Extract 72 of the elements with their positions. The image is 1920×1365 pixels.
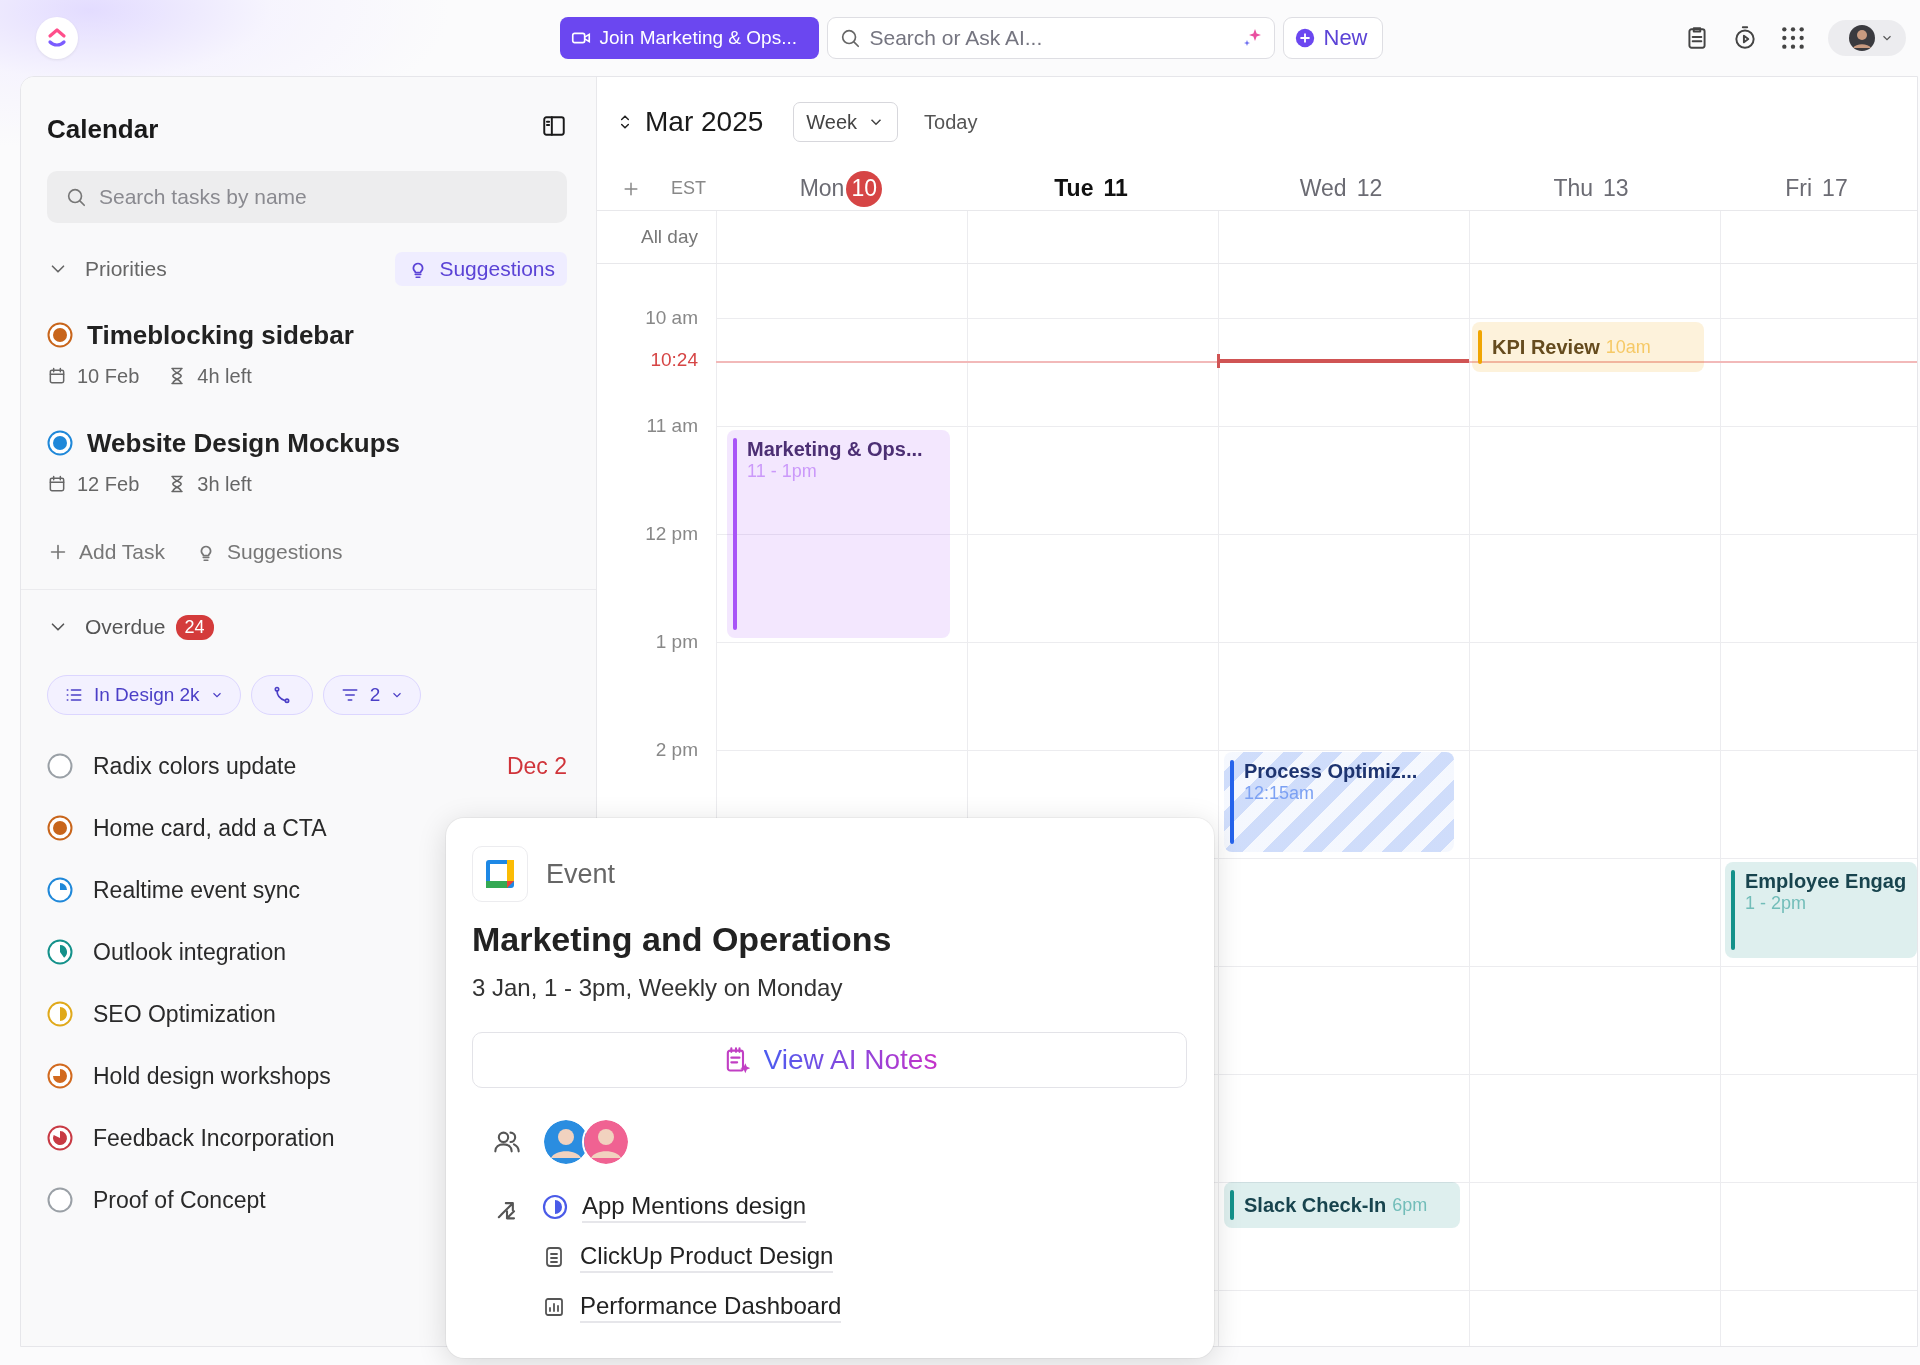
- event-title: Marketing and Operations: [472, 919, 893, 960]
- task-title[interactable]: Website Design Mockups: [87, 427, 401, 459]
- calendar-event[interactable]: KPI Review 10am: [1472, 322, 1704, 372]
- task-title[interactable]: Timeblocking sidebar: [87, 319, 354, 351]
- status-icon[interactable]: [47, 1001, 73, 1027]
- avatar: [1848, 24, 1876, 52]
- calendar-event[interactable]: Employee Engag 1 - 2pm: [1725, 862, 1917, 958]
- calendar-app-icon: [472, 846, 528, 902]
- day-header[interactable]: Fri 17: [1716, 167, 1917, 210]
- time-left: 3h left: [197, 472, 252, 496]
- status-icon[interactable]: [47, 753, 73, 779]
- due-date: 10 Feb: [77, 364, 140, 388]
- hour-label: 12 pm: [645, 523, 698, 545]
- calendar-event[interactable]: Process Optimiz... 12:15am: [1224, 752, 1454, 852]
- current-time-label: 10:24: [649, 349, 698, 371]
- calendar-event[interactable]: Marketing & Ops... 11 - 1pm: [727, 430, 950, 638]
- search-field[interactable]: Search or Ask AI...: [826, 17, 1275, 59]
- timezone-label: EST: [671, 178, 706, 199]
- status-icon[interactable]: [47, 430, 73, 456]
- event-type-label: Event: [546, 858, 616, 890]
- calendar-event[interactable]: Slack Check-In 6pm: [1224, 1182, 1460, 1228]
- status-icon[interactable]: [47, 322, 73, 348]
- join-meeting-button[interactable]: Join Marketing & Ops...: [559, 17, 819, 59]
- logo-icon[interactable]: [36, 17, 78, 59]
- task-title[interactable]: Radix colors update: [93, 752, 487, 780]
- add-task-link[interactable]: Add Task: [47, 540, 165, 564]
- today-button[interactable]: Today: [918, 109, 984, 135]
- apps-grid-icon[interactable]: [1780, 25, 1806, 51]
- time-left: 4h left: [197, 364, 252, 388]
- panel-title: Calendar: [47, 113, 159, 145]
- timer-icon[interactable]: [1732, 25, 1758, 51]
- status-icon[interactable]: [47, 1125, 73, 1151]
- bar-chart-icon: [542, 1295, 566, 1319]
- new-button[interactable]: New: [1282, 17, 1383, 59]
- section-label: Overdue: [85, 615, 166, 639]
- due-date: Dec 2: [506, 752, 567, 780]
- hour-label: 1 pm: [655, 631, 698, 653]
- suggestions-link[interactable]: Suggestions: [195, 540, 343, 564]
- month-label: Mar 2025: [645, 106, 764, 138]
- hour-label: 11 am: [646, 415, 698, 437]
- search-field[interactable]: Search tasks by name: [47, 171, 567, 223]
- hour-label: 10 am: [645, 307, 698, 329]
- suggestions-button[interactable]: Suggestions: [395, 252, 567, 286]
- event-schedule: 3 Jan, 1 - 3pm, Weekly on Monday: [472, 974, 844, 1002]
- view-dropdown[interactable]: Week: [793, 102, 899, 142]
- status-icon[interactable]: [47, 815, 73, 841]
- count-badge: 24: [175, 614, 214, 640]
- group-filter-chip[interactable]: In Design 2k: [47, 675, 241, 715]
- section-label: Priorities: [85, 257, 167, 281]
- status-icon: [542, 1194, 568, 1220]
- day-header[interactable]: Wed 12: [1216, 167, 1466, 210]
- avatar[interactable]: [582, 1118, 630, 1166]
- day-header[interactable]: Thu 13: [1466, 167, 1716, 210]
- calendar-icon: [47, 366, 67, 386]
- all-day-label: All day: [640, 226, 698, 248]
- plus-icon: [1293, 27, 1316, 49]
- day-header[interactable]: Mon 10: [716, 167, 966, 210]
- linked-item-link[interactable]: ClickUp Product Design: [580, 1241, 834, 1273]
- status-icon[interactable]: [47, 877, 73, 903]
- route-chip[interactable]: [250, 675, 313, 715]
- hour-label: 2 pm: [655, 739, 698, 761]
- view-notes-button[interactable]: View AI Notes: [472, 1032, 1187, 1088]
- status-icon[interactable]: [47, 939, 73, 965]
- due-date: 12 Feb: [77, 472, 140, 496]
- linked-item-link[interactable]: App Mentions design: [582, 1191, 807, 1223]
- day-header[interactable]: Tue 11: [966, 167, 1216, 210]
- profile-menu[interactable]: [1828, 20, 1906, 56]
- status-icon[interactable]: [47, 1063, 73, 1089]
- filter-chip[interactable]: 2: [322, 675, 422, 715]
- status-icon[interactable]: [47, 1187, 73, 1213]
- calendar-icon: [47, 474, 67, 494]
- linked-item-link[interactable]: Performance Dashboard: [580, 1291, 842, 1323]
